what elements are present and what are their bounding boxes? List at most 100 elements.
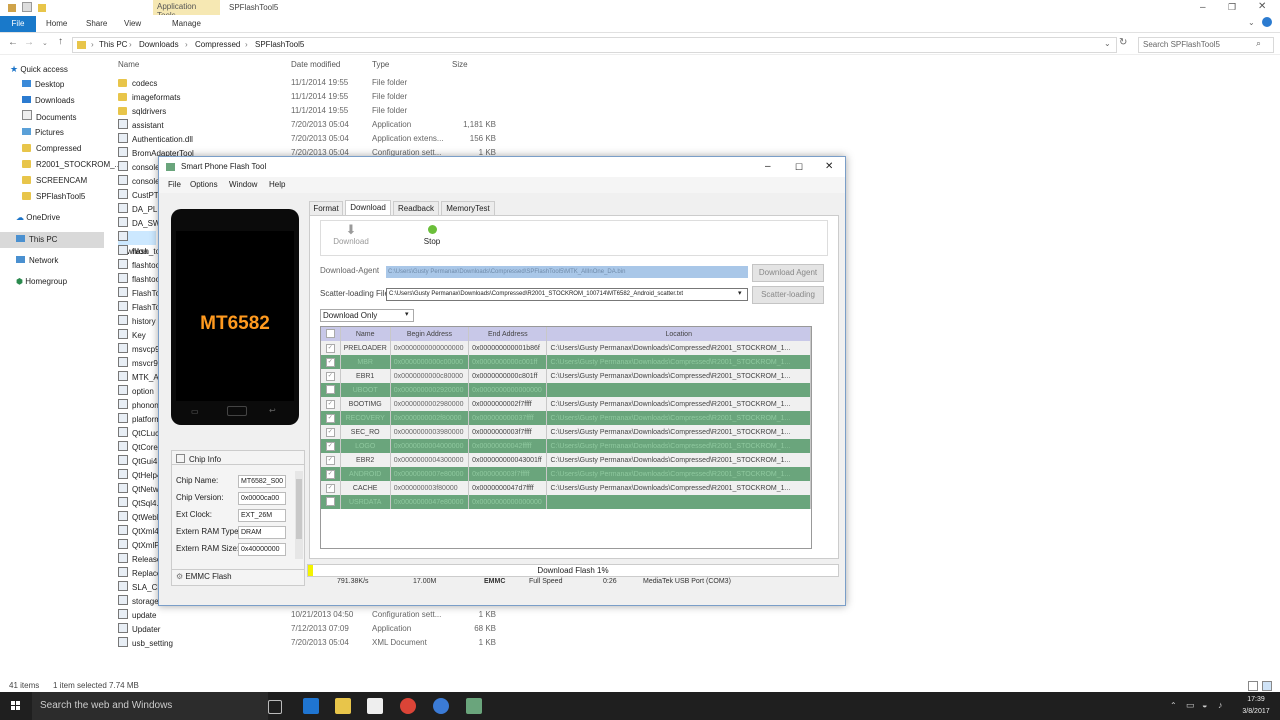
partition-checkbox[interactable]: ✓ — [325, 455, 335, 465]
partition-check-cell[interactable]: ✓ — [321, 397, 341, 411]
explorer-minimize-button[interactable]: – — [1200, 2, 1206, 13]
nav-r2001[interactable]: R2001_STOCKROM_... — [22, 158, 121, 172]
partition-row[interactable]: ✓ CACHE 0x000000003f80000 0x0000000047d7fff… — [321, 481, 811, 495]
file-row[interactable]: QtCore4 — [118, 441, 162, 455]
partition-row[interactable]: ✓ MBR 0x0000000000c00000 0x0000000000c001ff… — [321, 355, 811, 369]
details-view-icon[interactable] — [1248, 681, 1258, 691]
chip-field-value[interactable]: EXT_26M — [238, 509, 286, 522]
partition-row[interactable]: ✓ LOGO 0x0000000004000000 0x00000000042ffff… — [321, 439, 811, 453]
partition-checkbox[interactable]: ✓ — [325, 399, 335, 409]
nav-compressed[interactable]: Compressed — [22, 142, 81, 156]
file-row[interactable]: QtXml4. — [118, 525, 161, 539]
header-begin-address[interactable]: Begin Address — [390, 327, 470, 341]
partition-check-cell[interactable] — [321, 383, 341, 397]
partition-check-cell[interactable]: ✓ — [321, 355, 341, 369]
start-button[interactable] — [0, 692, 32, 720]
file-row[interactable]: update — [118, 609, 156, 623]
header-location[interactable]: Location — [546, 327, 811, 341]
chip-field-value[interactable]: 0x40000000 — [238, 543, 286, 556]
partition-check-cell[interactable]: ✓ — [321, 425, 341, 439]
quick-access-toolbar[interactable] — [8, 2, 48, 12]
file-row[interactable]: Key — [118, 329, 146, 343]
battery-icon[interactable]: ▭ — [1186, 700, 1195, 711]
breadcrumb-this-pc[interactable]: This PC — [99, 40, 127, 49]
tab-file[interactable]: File — [0, 16, 36, 32]
refresh-icon[interactable]: ↻ — [1119, 37, 1127, 48]
partition-row[interactable]: ✓ EBR2 0x0000000004300000 0x000000000043001… — [321, 453, 811, 467]
close-button[interactable]: ✕ — [825, 157, 833, 177]
partition-row[interactable]: ✓ RECOVERY 0x0000000002f80000 0x00000000003… — [321, 411, 811, 425]
explorer-maximize-button[interactable]: ❐ — [1228, 2, 1236, 13]
file-row[interactable]: MTK_All — [118, 371, 162, 385]
chip-field-value[interactable]: DRAM — [238, 526, 286, 539]
chevron-down-icon[interactable]: ▾ — [405, 310, 409, 318]
partition-check-cell[interactable]: ✓ — [321, 369, 341, 383]
scatter-file-select[interactable]: C:\Users\Gusty Permanax\Downloads\Compre… — [386, 288, 748, 301]
up-arrow-icon[interactable]: ↑ — [58, 36, 63, 47]
partition-check-cell[interactable]: ✓ — [321, 467, 341, 481]
column-size[interactable]: Size — [452, 58, 468, 72]
file-row[interactable]: usb_setting — [118, 637, 173, 651]
chevron-down-icon[interactable]: ▾ — [738, 289, 742, 297]
file-row[interactable]: downloa — [118, 231, 156, 256]
scrollbar-thumb[interactable] — [296, 479, 302, 539]
file-row[interactable]: history — [118, 315, 156, 329]
breadcrumb-spflashtool5[interactable]: SPFlashTool5 — [255, 40, 304, 49]
menu-window[interactable]: Window — [229, 177, 257, 193]
tab-readback[interactable]: Readback — [393, 201, 439, 215]
chip-info-header[interactable]: Chip Info — [176, 454, 221, 464]
file-row[interactable]: codecs — [118, 77, 157, 91]
chrome-icon[interactable] — [400, 698, 416, 714]
edge-icon[interactable] — [303, 698, 319, 714]
address-dropdown-icon[interactable]: ⌄ — [1104, 39, 1111, 48]
chip-field-value[interactable]: 0x0000ca00 — [238, 492, 286, 505]
partition-row[interactable]: UBOOT 0x0000000002920000 0x000000000000000… — [321, 383, 811, 397]
mode-select[interactable]: Download Only — [320, 309, 414, 322]
download-button[interactable]: ⬇ Download — [331, 223, 371, 247]
partition-checkbox[interactable] — [325, 496, 335, 506]
partition-row[interactable]: ✓ BOOTIMG 0x0000000002980000 0x0000000002f7… — [321, 397, 811, 411]
file-explorer-icon[interactable] — [335, 698, 351, 714]
partition-checkbox[interactable]: ✓ — [325, 343, 335, 353]
nav-downloads[interactable]: Downloads — [22, 94, 75, 108]
partition-row[interactable]: ✓ ANDROID 0x0000000007e80000 0x000000003f7f… — [321, 467, 811, 481]
partition-row[interactable]: USRDATA 0x0000000047e80000 0x0000000000000… — [321, 495, 811, 509]
back-arrow-icon[interactable]: ← — [8, 37, 18, 48]
search-icon[interactable]: ⌕ — [1256, 38, 1261, 49]
search-input[interactable]: Search SPFlashTool5 — [1138, 37, 1274, 53]
properties-icon[interactable] — [8, 4, 16, 12]
taskbar-search[interactable]: Search the web and Windows — [32, 692, 268, 720]
file-row[interactable]: sqldrivers — [118, 105, 166, 119]
partition-checkbox[interactable]: ✓ — [325, 371, 335, 381]
partition-checkbox[interactable]: ✓ — [325, 357, 335, 367]
menu-file[interactable]: File — [168, 177, 181, 193]
chip-scrollbar[interactable] — [295, 471, 303, 559]
help-icon[interactable] — [1262, 17, 1272, 27]
folder-icon[interactable] — [38, 4, 47, 12]
emmc-flash-row[interactable]: ⚙ EMMC Flash — [176, 572, 232, 581]
partition-check-cell[interactable]: ✓ — [321, 481, 341, 495]
nav-desktop[interactable]: Desktop — [22, 78, 64, 92]
file-row[interactable]: console — [118, 161, 160, 175]
flash-tool-taskbar-icon[interactable] — [466, 698, 482, 714]
partition-row[interactable]: ✓ PRELOADER 0x0000000000000000 0x0000000000… — [321, 341, 811, 355]
large-icons-view-icon[interactable] — [1262, 681, 1272, 691]
file-row[interactable]: storage_ — [118, 595, 163, 609]
file-row[interactable]: Updater — [118, 623, 160, 637]
file-row[interactable]: flashtoo — [118, 259, 160, 273]
explorer-close-button[interactable]: ✕ — [1258, 1, 1266, 12]
minimize-button[interactable]: – — [765, 157, 771, 177]
menu-options[interactable]: Options — [190, 177, 218, 193]
column-name[interactable]: Name — [118, 58, 139, 72]
volume-icon[interactable]: ♪ — [1218, 700, 1223, 710]
nav-quick-access[interactable]: ★ Quick access — [10, 62, 68, 76]
nav-homegroup[interactable]: ⬢ Homegroup — [16, 275, 67, 289]
partition-check-cell[interactable]: ✓ — [321, 453, 341, 467]
stop-button[interactable]: Stop — [417, 225, 447, 246]
tab-memorytest[interactable]: MemoryTest — [441, 201, 495, 215]
file-row[interactable]: QtNetw — [118, 483, 159, 497]
network-tray-icon[interactable]: ◒ — [1202, 700, 1207, 710]
tab-view[interactable]: View — [124, 16, 141, 32]
store-icon[interactable] — [367, 698, 383, 714]
column-type[interactable]: Type — [372, 58, 389, 72]
